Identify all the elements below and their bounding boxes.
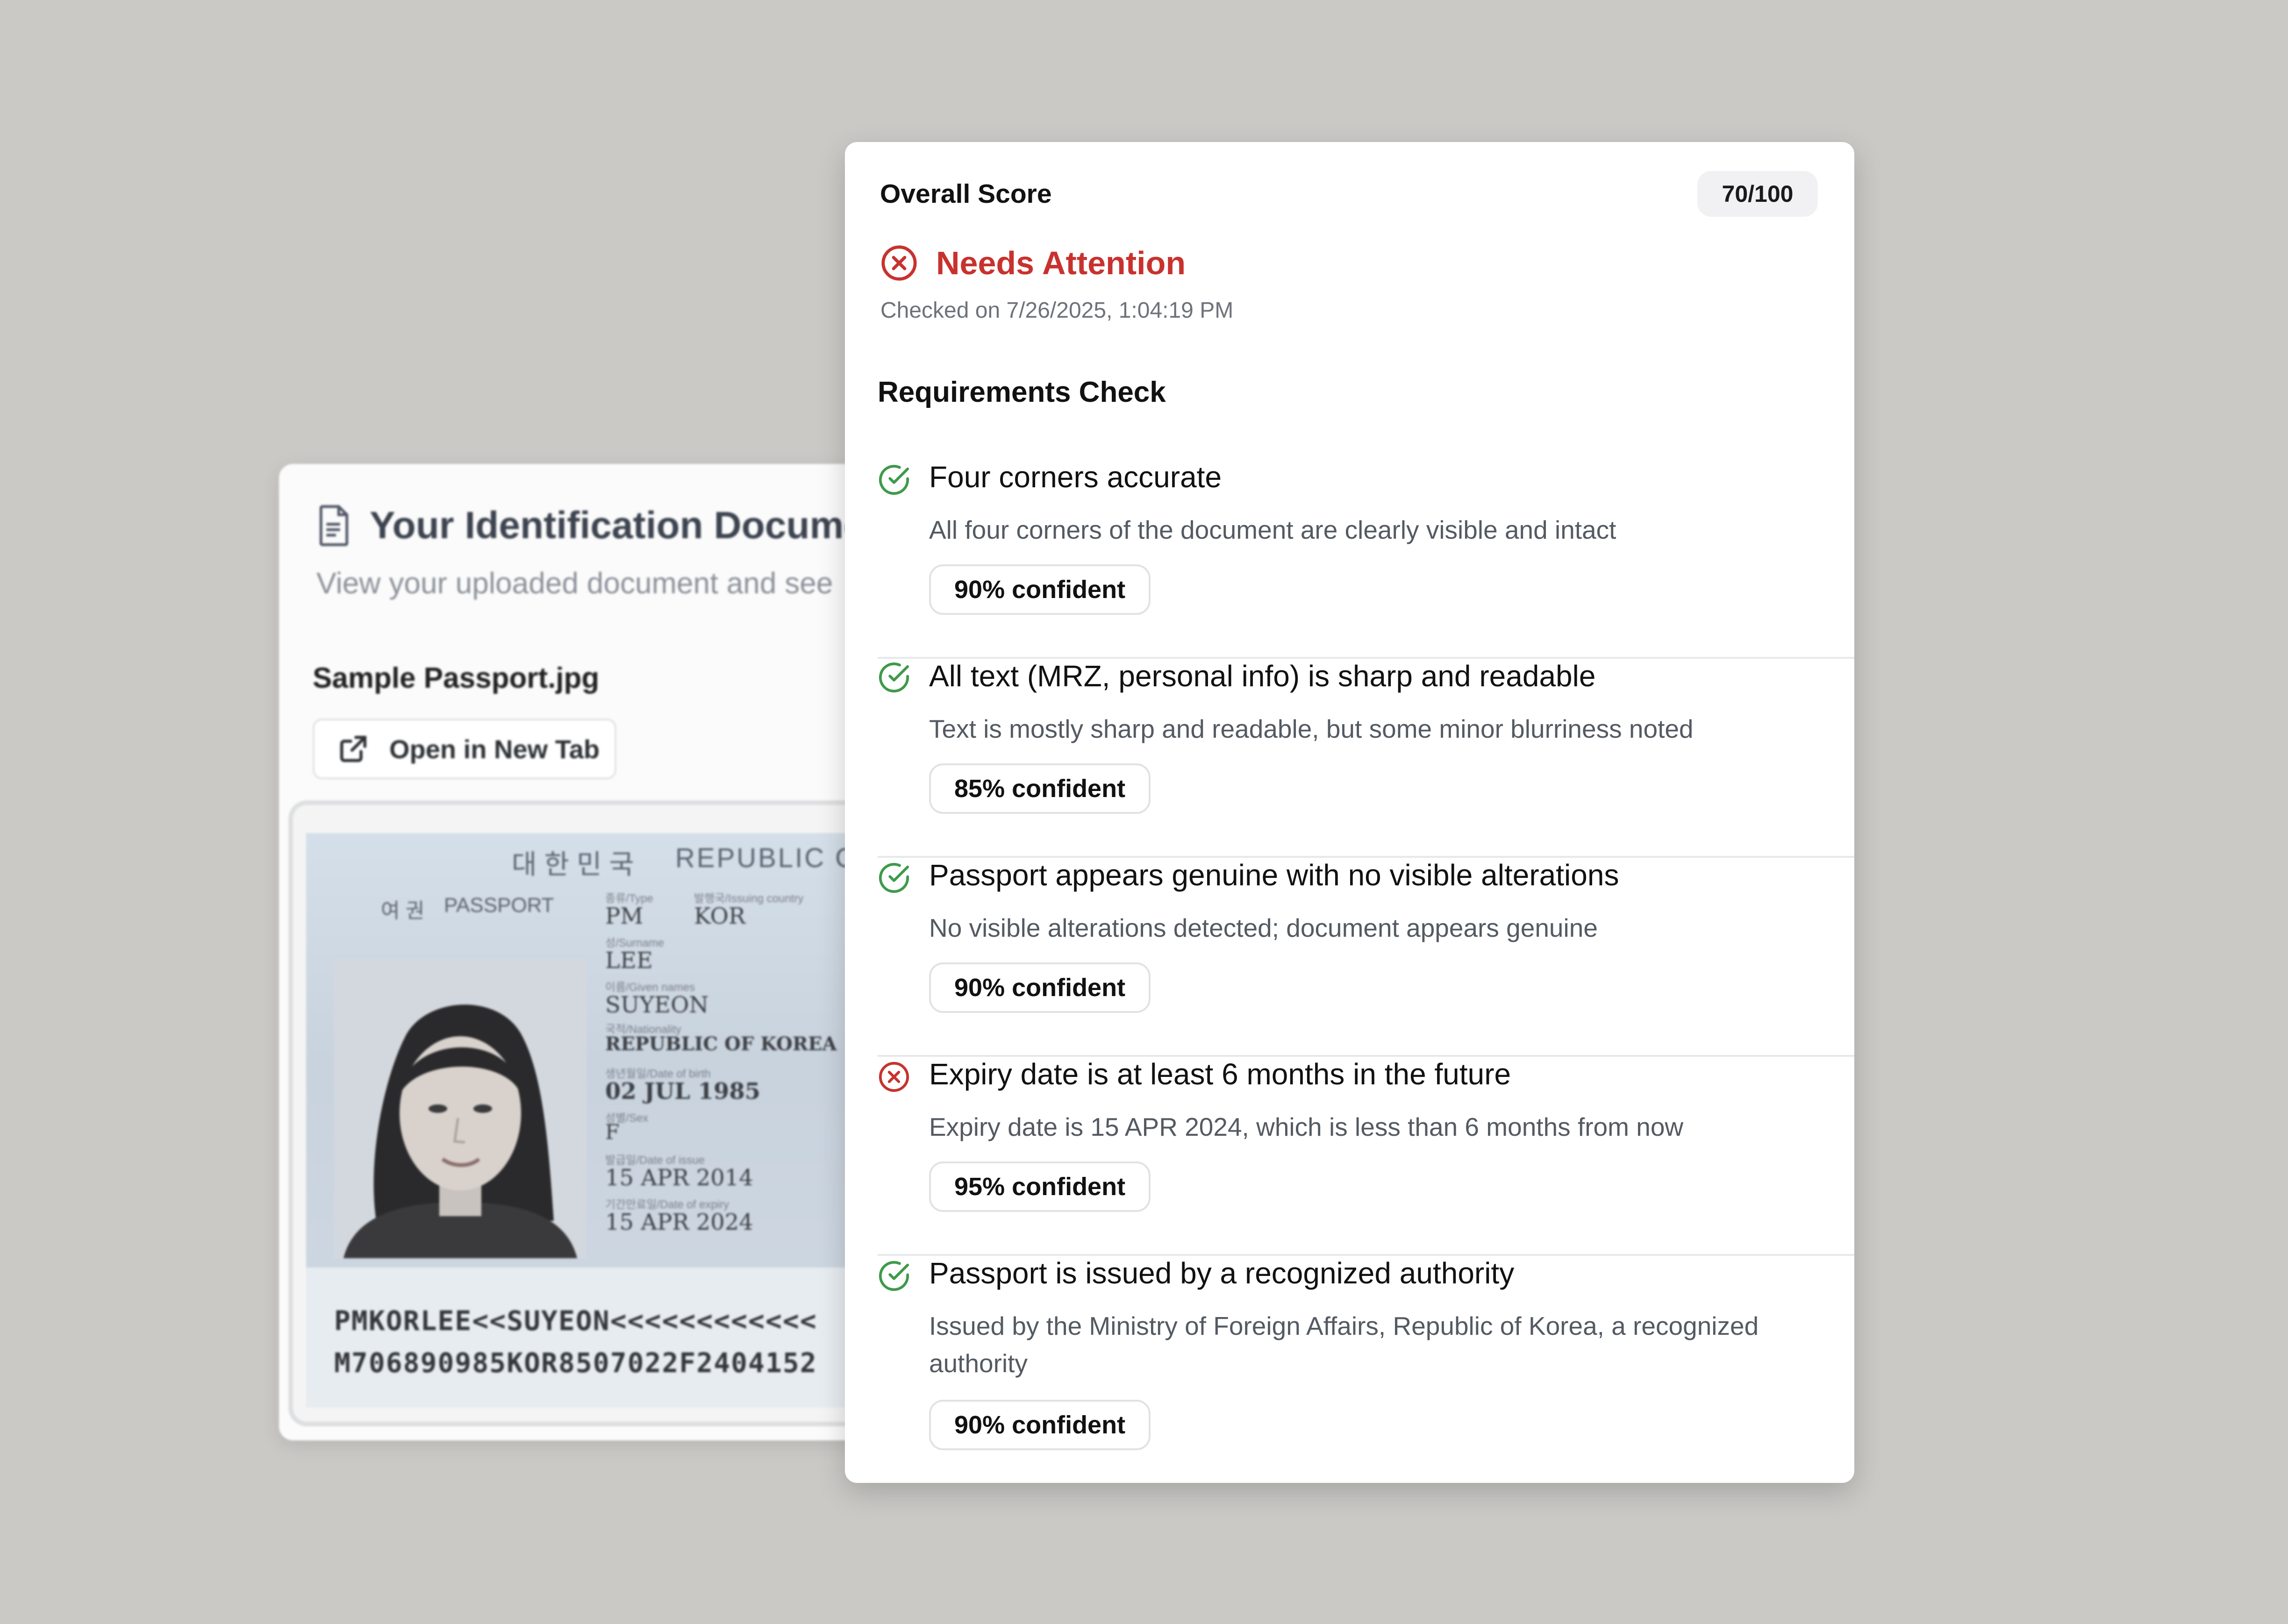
requirement-description: Expiry date is 15 APR 2024, which is les… bbox=[929, 1112, 1684, 1141]
confidence-badge: 85% confident bbox=[929, 763, 1151, 814]
overall-score-label: Overall Score bbox=[880, 179, 1052, 209]
requirements-title: Requirements Check bbox=[878, 376, 1166, 408]
passport-sex: F bbox=[605, 1120, 620, 1144]
check-circle-icon bbox=[879, 662, 909, 693]
status-text: Needs Attention bbox=[936, 245, 1186, 281]
score-badge: 70/100 bbox=[1697, 171, 1818, 217]
passport-mrz-line-1: PMKORLEE<<SUYEON<<<<<<<<<<<< bbox=[334, 1305, 817, 1337]
passport-mrz-line-2: M706890985KOR8507022F2404152 bbox=[334, 1347, 817, 1379]
document-viewer-title: Your Identification Document bbox=[370, 504, 901, 547]
confidence-badge: 90% confident bbox=[929, 564, 1151, 615]
passport-label-english: PASSPORT bbox=[444, 894, 554, 917]
requirement-item: Passport is issued by a recognized autho… bbox=[878, 1256, 1854, 1483]
passport-photo bbox=[334, 959, 586, 1258]
requirement-item: Passport appears genuine with no visible… bbox=[878, 858, 1854, 1057]
passport-country-code: KOR bbox=[694, 903, 746, 929]
verification-results-panel: Overall Score 70/100 Needs Attention Che… bbox=[845, 142, 1854, 1483]
confidence-badge: 90% confident bbox=[929, 962, 1151, 1013]
x-circle-icon bbox=[881, 245, 917, 281]
requirement-item: All text (MRZ, personal info) is sharp a… bbox=[878, 659, 1854, 858]
document-icon bbox=[319, 505, 349, 546]
check-circle-icon bbox=[879, 464, 909, 495]
check-circle-icon bbox=[879, 1261, 909, 1291]
requirement-description: Text is mostly sharp and readable, but s… bbox=[929, 714, 1694, 743]
passport-header-english: REPUBLIC O bbox=[675, 843, 858, 873]
requirement-description: No visible alterations detected; documen… bbox=[929, 913, 1598, 942]
requirement-name: Four corners accurate bbox=[929, 460, 1222, 494]
requirement-name: Passport appears genuine with no visible… bbox=[929, 858, 1619, 892]
requirements-list: Four corners accurate All four corners o… bbox=[878, 460, 1854, 1483]
external-link-icon bbox=[340, 735, 367, 762]
document-viewer-subtitle: View your uploaded document and see bbox=[316, 566, 833, 600]
passport-surname: LEE bbox=[605, 947, 653, 974]
passport-nationality: REPUBLIC OF KOREA bbox=[605, 1033, 837, 1055]
checked-on-timestamp: Checked on 7/26/2025, 1:04:19 PM bbox=[880, 298, 1234, 323]
requirement-description: All four corners of the document are cle… bbox=[929, 515, 1616, 544]
requirement-description: Issued by the Ministry of Foreign Affair… bbox=[929, 1311, 1759, 1378]
confidence-badge: 90% confident bbox=[929, 1400, 1151, 1450]
confidence-badge: 95% confident bbox=[929, 1161, 1151, 1212]
passport-date-of-birth: 02 JUL 1985 bbox=[605, 1078, 761, 1104]
requirement-name: Expiry date is at least 6 months in the … bbox=[929, 1057, 1511, 1091]
document-viewer-header: Your Identification Document bbox=[318, 504, 901, 548]
file-name: Sample Passport.jpg bbox=[313, 662, 600, 694]
status-row: Needs Attention bbox=[880, 244, 1186, 282]
passport-date-of-issue: 15 APR 2014 bbox=[605, 1165, 753, 1191]
passport-type: PM bbox=[605, 903, 644, 929]
requirement-item: Four corners accurate All four corners o… bbox=[878, 460, 1854, 659]
passport-given-names: SUYEON bbox=[605, 992, 709, 1018]
requirement-name: Passport is issued by a recognized autho… bbox=[929, 1256, 1515, 1290]
x-circle-icon bbox=[879, 1061, 909, 1092]
passport-date-of-expiry: 15 APR 2024 bbox=[605, 1209, 753, 1235]
check-circle-icon bbox=[879, 862, 909, 893]
passport-header-korean: 대 한 민 국 bbox=[512, 849, 634, 880]
requirement-name: All text (MRZ, personal info) is sharp a… bbox=[929, 659, 1596, 693]
open-in-new-tab-label: Open in New Tab bbox=[389, 734, 600, 764]
passport-label-korean: 여 권 bbox=[381, 899, 425, 922]
open-in-new-tab-button[interactable]: Open in New Tab bbox=[313, 719, 616, 779]
requirement-item: Expiry date is at least 6 months in the … bbox=[878, 1057, 1854, 1256]
